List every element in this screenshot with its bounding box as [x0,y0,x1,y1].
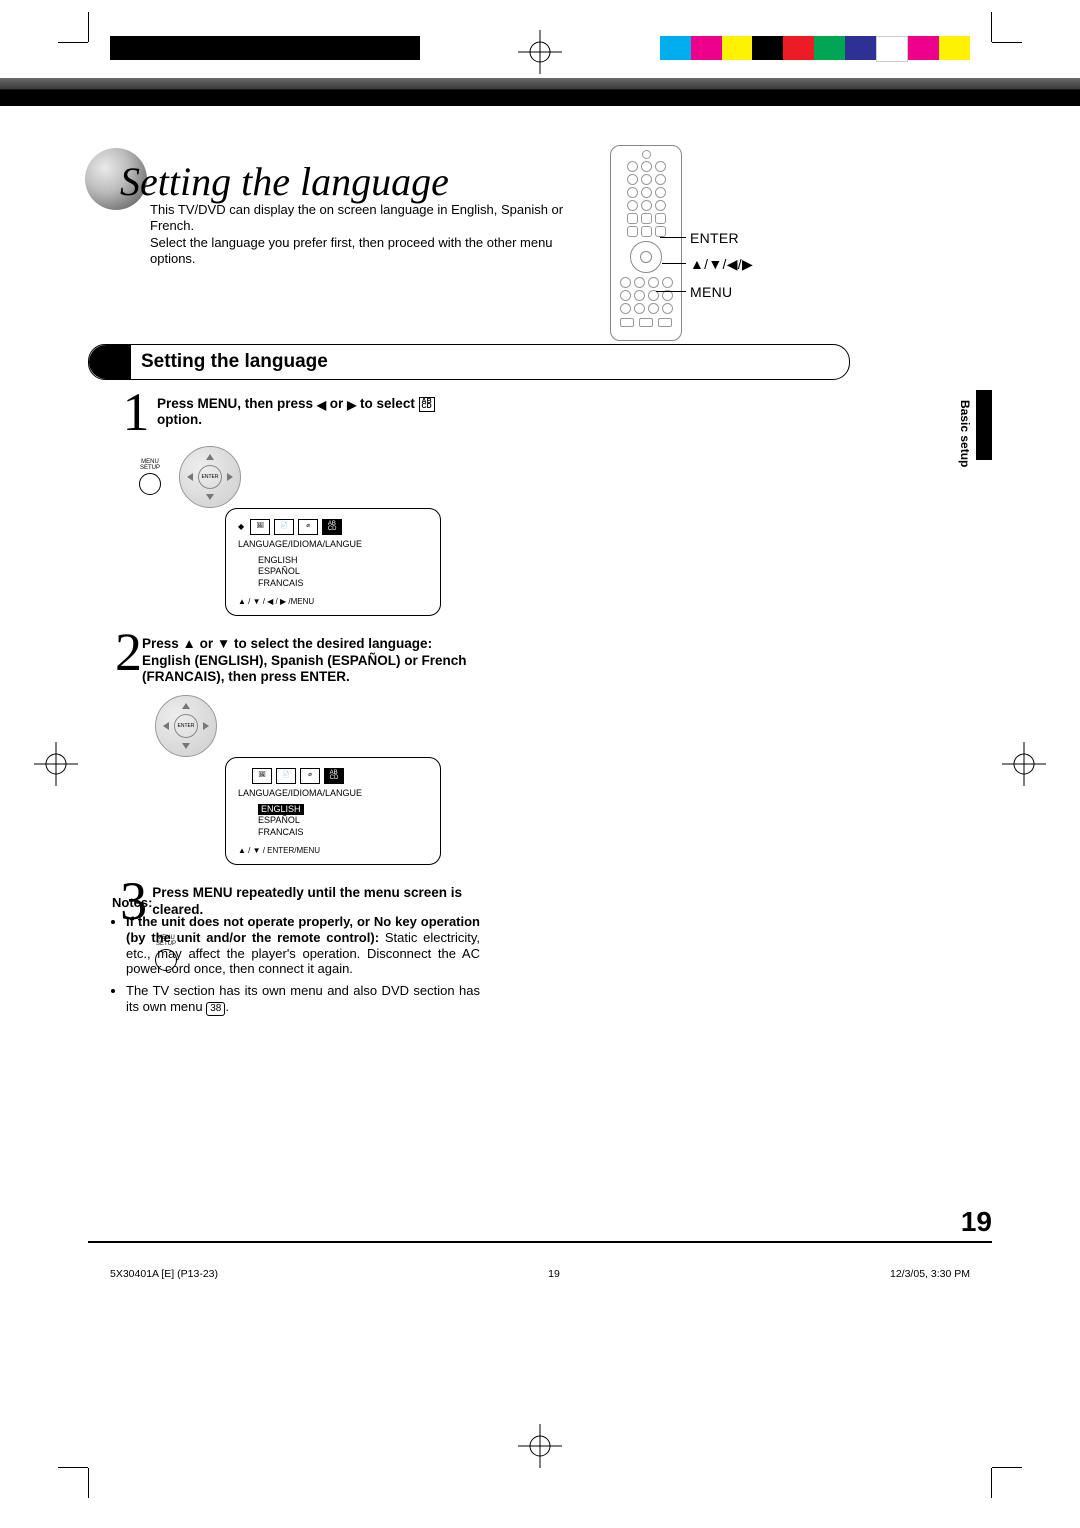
page-reference: 38 [206,1002,225,1016]
step-number: 1 [115,390,157,436]
osd-title: LANGUAGE/IDIOMA/LANGUE [238,788,428,800]
abcd-icon: AB CD [419,397,435,412]
remote-label-arrows: ▲/▼/◀/▶ [690,256,753,273]
registration-mark-icon [1002,742,1046,786]
step-1-illustration: MENU SETUP ENTER [139,446,475,508]
step-number: 2 [115,630,142,676]
osd-tab: 📄 [274,519,294,535]
section-heading-bar: Setting the language [88,344,850,380]
osd-tab: 📄 [276,768,296,784]
osd-tab: ⌀ [298,519,318,535]
page-title-italic: Setting the language [120,158,449,205]
osd-footer: ▲ / ▼ / ◀ / ▶ /MENU [238,597,314,606]
page-rule [88,1241,992,1243]
header-gradient [0,78,1080,106]
side-tab-marker [976,390,992,460]
osd-tab: 🖼 [252,768,272,784]
note-item: The TV section has its own menu and also… [126,983,480,1016]
registration-mark-icon [518,30,562,74]
side-tab-label: Basic setup [958,400,972,467]
imprint-left: 5X30401A [E] (P13-23) [110,1268,218,1280]
imprint-center: 19 [548,1268,560,1280]
osd-screen-1: ◆ 🖼 📄 ⌀ AB CD LANGUAGE/IDIOMA/LANGUE ENG… [225,508,441,616]
color-registration-bar-left [110,36,420,60]
remote-illustration [610,145,682,341]
intro-paragraph: This TV/DVD can display the on screen la… [150,202,580,267]
leader-line [656,291,686,292]
crop-mark [58,12,88,42]
osd-screen-2: 🖼 📄 ⌀ AB CD LANGUAGE/IDIOMA/LANGUE ENGLI… [225,757,441,865]
step-1-text: Press MENU, then press ◀ or ▶ to select … [157,390,435,429]
notes-section: Notes: If the unit does not operate prop… [112,895,480,1022]
osd-tab: 🖼 [250,519,270,535]
registration-mark-icon [34,742,78,786]
remote-label-menu: MENU [690,284,732,300]
osd-tab: ⌀ [300,768,320,784]
step-2: 2 Press ▲ or ▼ to select the desired lan… [115,630,475,685]
step-1: 1 Press MENU, then press ◀ or ▶ to selec… [115,390,475,436]
steps-container: 1 Press MENU, then press ◀ or ▶ to selec… [115,390,475,971]
page-number: 19 [961,1206,992,1238]
osd-item: FRANCAIS [258,827,428,839]
color-registration-bar-right [660,36,970,60]
osd-item: ENGLISH [258,555,428,567]
osd-footer: ▲ / ▼ / ENTER/MENU [238,846,320,855]
osd-tab-selected: AB CD [324,768,344,784]
dpad-icon: ENTER [155,695,217,757]
menu-setup-button-icon: MENU SETUP [139,459,161,495]
crop-mark [992,12,1022,42]
note-item: If the unit does not operate properly, o… [126,914,480,977]
leader-line [660,237,686,238]
osd-item: ESPAÑOL [258,566,428,578]
crop-mark [992,1468,1022,1498]
manual-page: Setting the language This TV/DVD can dis… [0,0,1080,1528]
osd-item: ESPAÑOL [258,815,428,827]
notes-heading: Notes: [112,895,480,911]
imprint-right: 12/3/05, 3:30 PM [890,1268,970,1280]
crop-mark [58,1468,88,1498]
dpad-icon: ENTER [179,446,241,508]
osd-tab-selected: AB CD [322,519,342,535]
registration-mark-icon [518,1424,562,1468]
leader-line [662,263,686,264]
section-heading: Setting the language [131,351,328,373]
step-2-illustration: ENTER [155,695,475,757]
osd-item: FRANCAIS [258,578,428,590]
footer-imprint: 5X30401A [E] (P13-23) 19 12/3/05, 3:30 P… [110,1268,970,1280]
osd-item-highlighted: ENGLISH [258,804,428,816]
step-2-text: Press ▲ or ▼ to select the desired langu… [142,630,475,685]
osd-title: LANGUAGE/IDIOMA/LANGUE [238,539,428,551]
remote-label-enter: ENTER [690,230,739,246]
